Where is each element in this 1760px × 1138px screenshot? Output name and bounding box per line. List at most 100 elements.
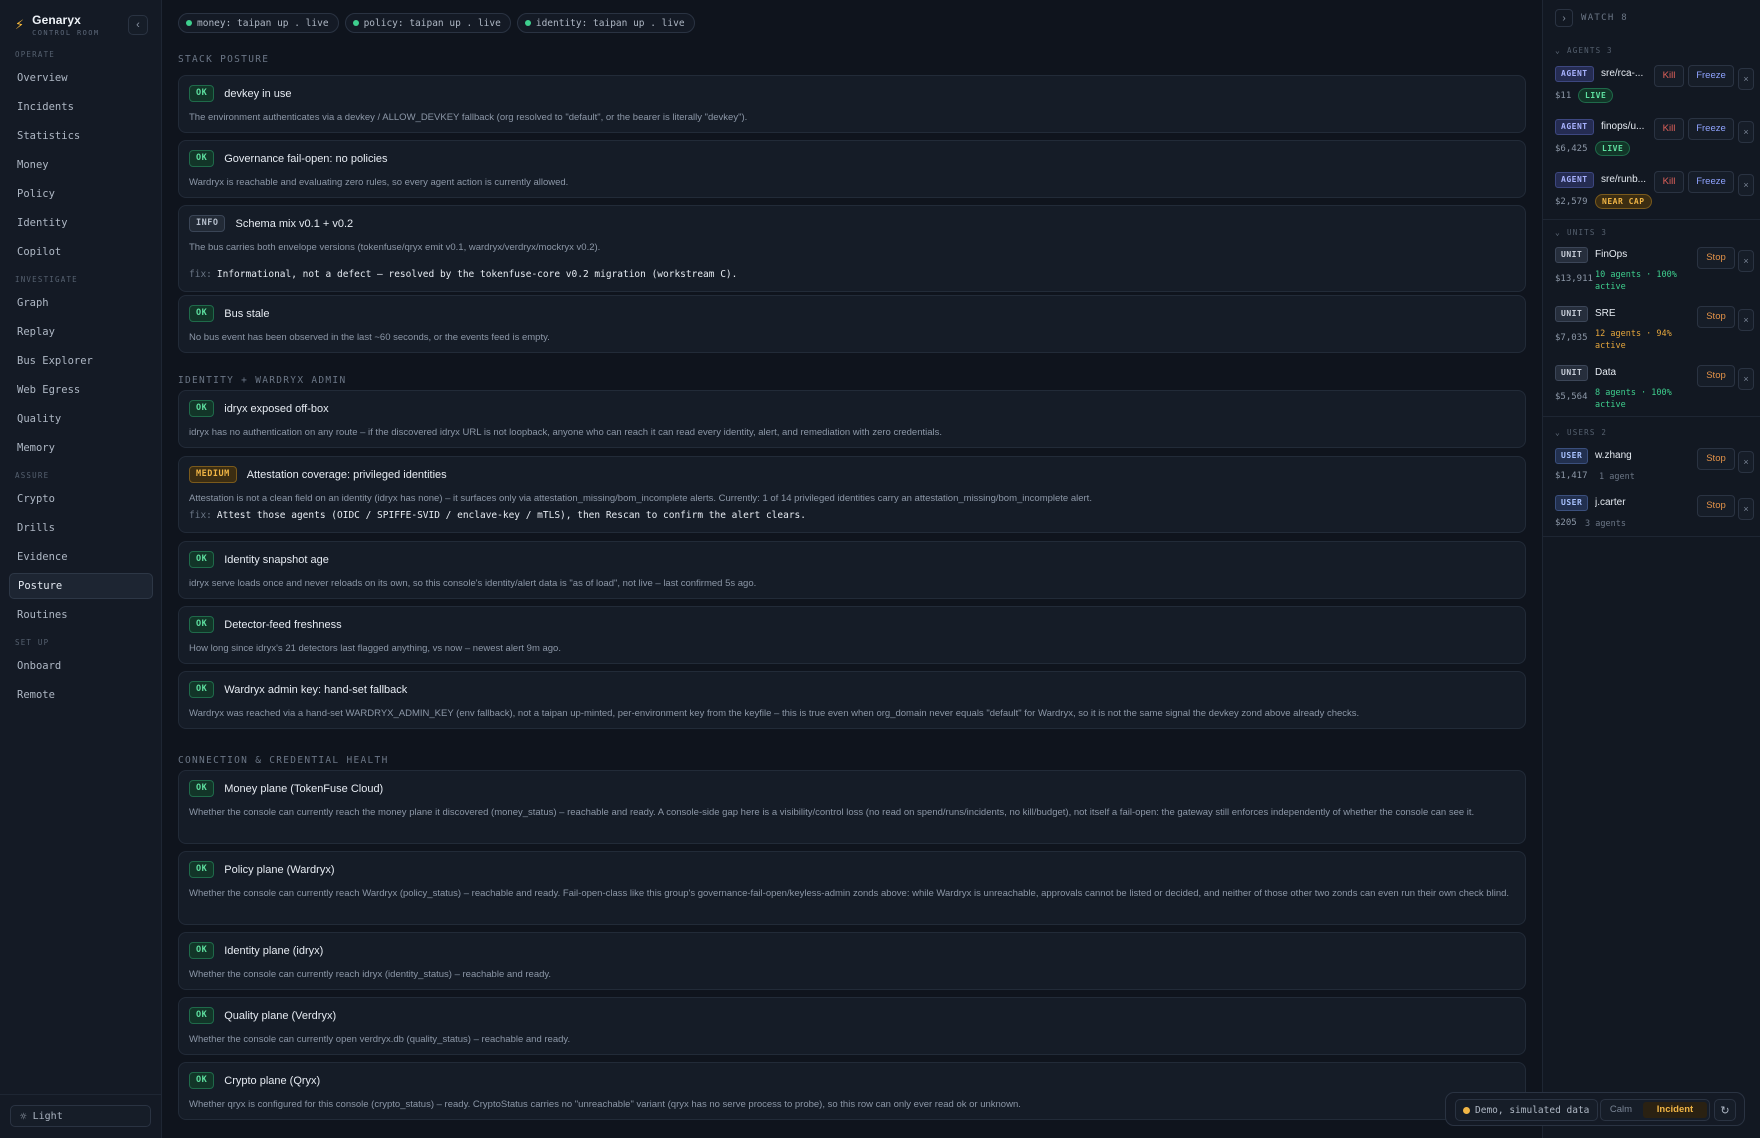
freeze-button[interactable]: Freeze	[1688, 65, 1734, 87]
status-badge-ok: OK	[189, 551, 215, 568]
watch-title: WATCH 8	[1581, 13, 1629, 23]
status-badge-ok: OK	[189, 616, 215, 633]
mode-incident-button[interactable]: Incident	[1643, 1102, 1707, 1118]
posture-check-card[interactable]: OK Quality plane (Verdryx) Whether the con…	[178, 997, 1526, 1055]
fix-label: fix:	[189, 510, 212, 521]
remove-watch-button[interactable]: ×	[1738, 451, 1754, 473]
unit-activity: 8 agents · 100% active	[1595, 388, 1672, 410]
watch-unit-item[interactable]: UNIT SRE $7,035 12 agents · 94% active Stop ×	[1543, 306, 1760, 364]
status-badge-ok: OK	[189, 150, 215, 167]
posture-check-card[interactable]: OK Bus stale No bus event has been observe…	[178, 295, 1526, 353]
stop-button[interactable]: Stop	[1697, 247, 1735, 269]
mode-calm-button[interactable]: Calm	[1601, 1100, 1641, 1120]
theme-toggle-button[interactable]: ☼ Light	[10, 1105, 151, 1127]
freeze-button[interactable]: Freeze	[1688, 118, 1734, 140]
remove-watch-button[interactable]: ×	[1738, 368, 1754, 390]
sidebar-item-memory[interactable]: Memory	[9, 435, 153, 461]
watch-user-item[interactable]: USER j.carter $205 3 agents Stop ×	[1543, 495, 1760, 537]
agents-group-label[interactable]: ⌄ AGENTS 3	[1555, 46, 1613, 55]
check-title: Bus stale	[224, 307, 270, 320]
sidebar-item-web-egress[interactable]: Web Egress	[9, 377, 153, 403]
sidebar-item-money[interactable]: Money	[9, 152, 153, 178]
kind-badge-agent: AGENT	[1555, 66, 1594, 82]
check-fix: fix: Attest those agents (OIDC / SPIFFE-S…	[189, 510, 1515, 521]
card-header: OK Quality plane (Verdryx)	[189, 1007, 336, 1024]
card-header: OK Bus stale	[189, 305, 270, 322]
sidebar-item-policy[interactable]: Policy	[9, 181, 153, 207]
check-description: idryx has no authentication on any route…	[189, 427, 943, 438]
check-description: Wardryx is reachable and evaluating zero…	[189, 177, 569, 188]
sidebar-item-graph[interactable]: Graph	[9, 290, 153, 316]
sidebar-item-incidents[interactable]: Incidents	[9, 94, 153, 120]
remove-watch-button[interactable]: ×	[1738, 309, 1754, 331]
sidebar-item-onboard[interactable]: Onboard	[9, 653, 153, 679]
sidebar-item-statistics[interactable]: Statistics	[9, 123, 153, 149]
card-header: OK devkey in use	[189, 85, 292, 102]
remove-watch-button[interactable]: ×	[1738, 68, 1754, 90]
posture-check-card[interactable]: OK Money plane (TokenFuse Cloud) Whether t…	[178, 770, 1526, 844]
sidebar-item-routines[interactable]: Routines	[9, 602, 153, 628]
remove-watch-button[interactable]: ×	[1738, 121, 1754, 143]
watch-header: › WATCH 8	[1555, 9, 1628, 27]
sidebar-item-overview[interactable]: Overview	[9, 65, 153, 91]
stop-button[interactable]: Stop	[1697, 495, 1735, 517]
card-header: OK Identity plane (idryx)	[189, 942, 323, 959]
collapse-sidebar-button[interactable]: ‹	[128, 15, 148, 35]
brand[interactable]: ⚡ Genaryx CONTROL ROOM	[15, 13, 100, 37]
sidebar-item-evidence[interactable]: Evidence	[9, 544, 153, 570]
demo-data-chip[interactable]: Demo, simulated data	[1455, 1099, 1599, 1121]
sidebar-item-copilot[interactable]: Copilot	[9, 239, 153, 265]
sidebar-item-quality[interactable]: Quality	[9, 406, 153, 432]
posture-check-card[interactable]: INFO Schema mix v0.1 + v0.2 The bus carrie…	[178, 205, 1526, 292]
sidebar-item-drills[interactable]: Drills	[9, 515, 153, 541]
freeze-button[interactable]: Freeze	[1688, 171, 1734, 193]
remove-watch-button[interactable]: ×	[1738, 174, 1754, 196]
posture-check-card[interactable]: OK Wardryx admin key: hand-set fallback Wa…	[178, 671, 1526, 729]
posture-main: STACK POSTURE OK devkey in use The environm…	[178, 0, 1526, 1138]
remove-watch-button[interactable]: ×	[1738, 250, 1754, 272]
sidebar-item-posture[interactable]: Posture	[9, 573, 153, 599]
sidebar-item-remote[interactable]: Remote	[9, 682, 153, 708]
stop-button[interactable]: Stop	[1697, 306, 1735, 328]
brand-subtitle: CONTROL ROOM	[32, 29, 100, 37]
watch-agent-item[interactable]: AGENT sre/rca-... $11 LIVE Kill Freeze ×	[1543, 64, 1760, 116]
watch-agent-item[interactable]: AGENT finops/u... $6,425 LIVE Kill Freeze ×	[1543, 117, 1760, 169]
unit-cost: $13,911	[1555, 274, 1593, 284]
check-title: Wardryx admin key: hand-set fallback	[224, 683, 408, 696]
units-group-label[interactable]: ⌄ UNITS 3	[1555, 228, 1607, 237]
kill-button[interactable]: Kill	[1654, 171, 1684, 193]
posture-check-card[interactable]: OK Identity plane (idryx) Whether the cons…	[178, 932, 1526, 990]
kill-button[interactable]: Kill	[1654, 118, 1684, 140]
check-description: How long since idryx's 21 detectors last…	[189, 643, 561, 654]
expand-watch-button[interactable]: ›	[1555, 9, 1573, 27]
stop-button[interactable]: Stop	[1697, 365, 1735, 387]
remove-watch-button[interactable]: ×	[1738, 498, 1754, 520]
kind-badge-unit: UNIT	[1555, 306, 1589, 322]
kill-button[interactable]: Kill	[1654, 65, 1684, 87]
watch-unit-item[interactable]: UNIT FinOps $13,911 10 agents · 100% active…	[1543, 247, 1760, 305]
posture-check-card[interactable]: OK Governance fail-open: no policies Wardr…	[178, 140, 1526, 198]
sidebar-item-identity[interactable]: Identity	[9, 210, 153, 236]
user-cost: $205	[1555, 518, 1577, 528]
posture-check-card[interactable]: OK Identity snapshot age idryx serve loads…	[178, 541, 1526, 599]
user-name: j.carter	[1595, 497, 1626, 508]
sidebar-item-replay[interactable]: Replay	[9, 319, 153, 345]
check-description: No bus event has been observed in the la…	[189, 332, 550, 343]
watch-agent-item[interactable]: AGENT sre/runb... $2,579 NEAR CAP Kill Freeze…	[1543, 170, 1760, 220]
kind-badge-user: USER	[1555, 448, 1589, 464]
sidebar-item-crypto[interactable]: Crypto	[9, 486, 153, 512]
posture-check-card[interactable]: OK Policy plane (Wardryx) Whether the cons…	[178, 851, 1526, 925]
kind-badge-agent: AGENT	[1555, 172, 1594, 188]
posture-check-card[interactable]: OK Detector-feed freshness How long since …	[178, 606, 1526, 664]
sidebar-item-bus-explorer[interactable]: Bus Explorer	[9, 348, 153, 374]
posture-check-card[interactable]: OK idryx exposed off-box idryx has no auth…	[178, 390, 1526, 448]
posture-check-card[interactable]: OK devkey in use The environment authentic…	[178, 75, 1526, 133]
posture-check-card[interactable]: OK Crypto plane (Qryx) Whether qryx is con…	[178, 1062, 1526, 1120]
users-group-label[interactable]: ⌄ USERS 2	[1555, 428, 1607, 437]
watch-unit-item[interactable]: UNIT Data $5,564 8 agents · 100% active Stop…	[1543, 365, 1760, 417]
check-description: Whether qryx is configured for this cons…	[189, 1099, 1021, 1110]
watch-user-item[interactable]: USER w.zhang $1,417 1 agent Stop ×	[1543, 448, 1760, 495]
posture-check-card[interactable]: MEDIUM Attestation coverage: privileged i…	[178, 456, 1526, 533]
refresh-button[interactable]: ↻	[1714, 1099, 1736, 1121]
stop-button[interactable]: Stop	[1697, 448, 1735, 470]
